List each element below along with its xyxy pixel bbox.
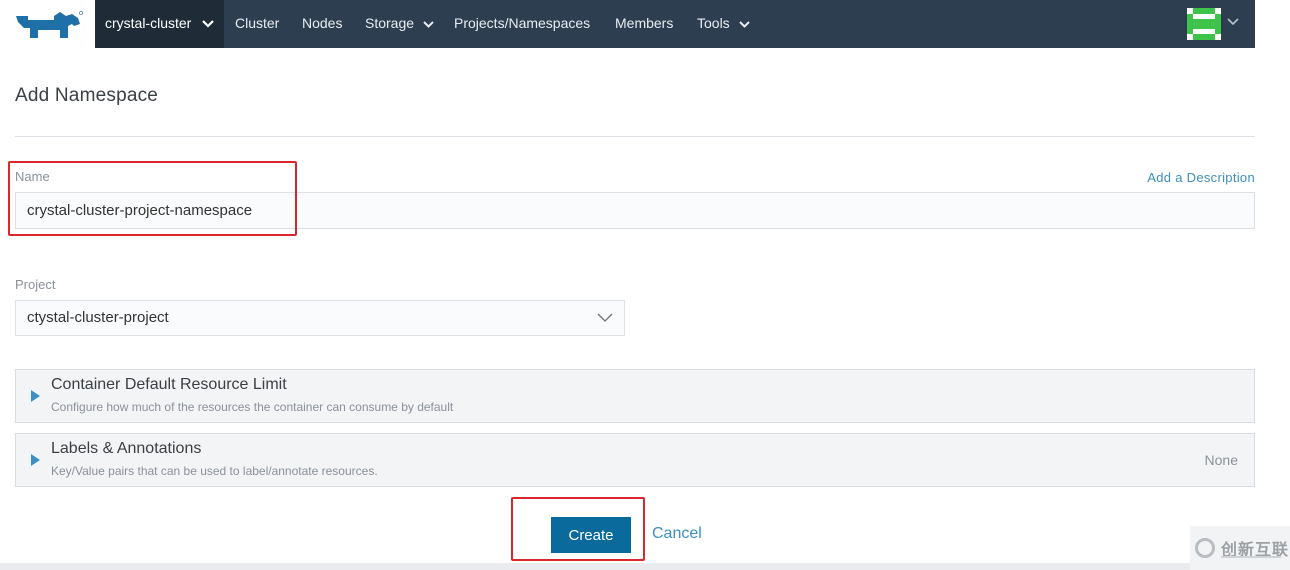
chevron-down-icon [738, 21, 750, 28]
section-subtitle: Key/Value pairs that can be used to labe… [51, 464, 378, 478]
cluster-selector[interactable]: crystal-cluster [95, 0, 224, 48]
nav-members[interactable]: Members [615, 0, 673, 48]
caret-right-icon [31, 454, 40, 466]
rancher-logo[interactable] [0, 0, 95, 48]
project-select-value: ctystal-cluster-project [27, 309, 169, 326]
project-select[interactable]: ctystal-cluster-project [15, 300, 625, 336]
labels-annotations-section[interactable]: Labels & Annotations Key/Value pairs tha… [15, 433, 1255, 487]
chevron-down-icon[interactable] [1227, 18, 1239, 26]
page-title: Add Namespace [15, 85, 159, 106]
watermark-logo-icon [1195, 538, 1215, 558]
create-highlight-box [511, 497, 645, 561]
section-title: Labels & Annotations [51, 440, 202, 457]
section-status: None [1204, 452, 1238, 468]
bottom-bar [0, 563, 1290, 570]
chevron-down-icon [423, 21, 434, 28]
cancel-link[interactable]: Cancel [652, 525, 702, 543]
project-label: Project [15, 277, 56, 292]
name-highlight-box [8, 161, 297, 236]
chevron-down-icon [597, 313, 613, 322]
chevron-down-icon [202, 20, 214, 28]
resource-limit-section[interactable]: Container Default Resource Limit Configu… [15, 369, 1255, 423]
nav-tools[interactable]: Tools [697, 0, 750, 48]
divider [15, 136, 1255, 137]
nav-storage[interactable]: Storage [365, 0, 434, 48]
watermark: 创新互联 [1190, 526, 1290, 570]
cluster-name: crystal-cluster [105, 15, 192, 31]
section-title: Container Default Resource Limit [51, 376, 287, 393]
nav-projects-namespaces[interactable]: Projects/Namespaces [454, 0, 590, 48]
top-navigation: crystal-cluster Cluster Nodes Storage Pr… [0, 0, 1255, 48]
watermark-underline [1221, 556, 1281, 558]
avatar[interactable] [1187, 8, 1221, 40]
caret-right-icon [31, 390, 40, 402]
rancher-logo-icon [16, 11, 83, 38]
section-subtitle: Configure how much of the resources the … [51, 400, 454, 414]
avatar-icon [1187, 8, 1221, 40]
nav-cluster[interactable]: Cluster [235, 0, 279, 48]
nav-nodes[interactable]: Nodes [302, 0, 342, 48]
add-description-link[interactable]: Add a Description [1147, 170, 1255, 185]
